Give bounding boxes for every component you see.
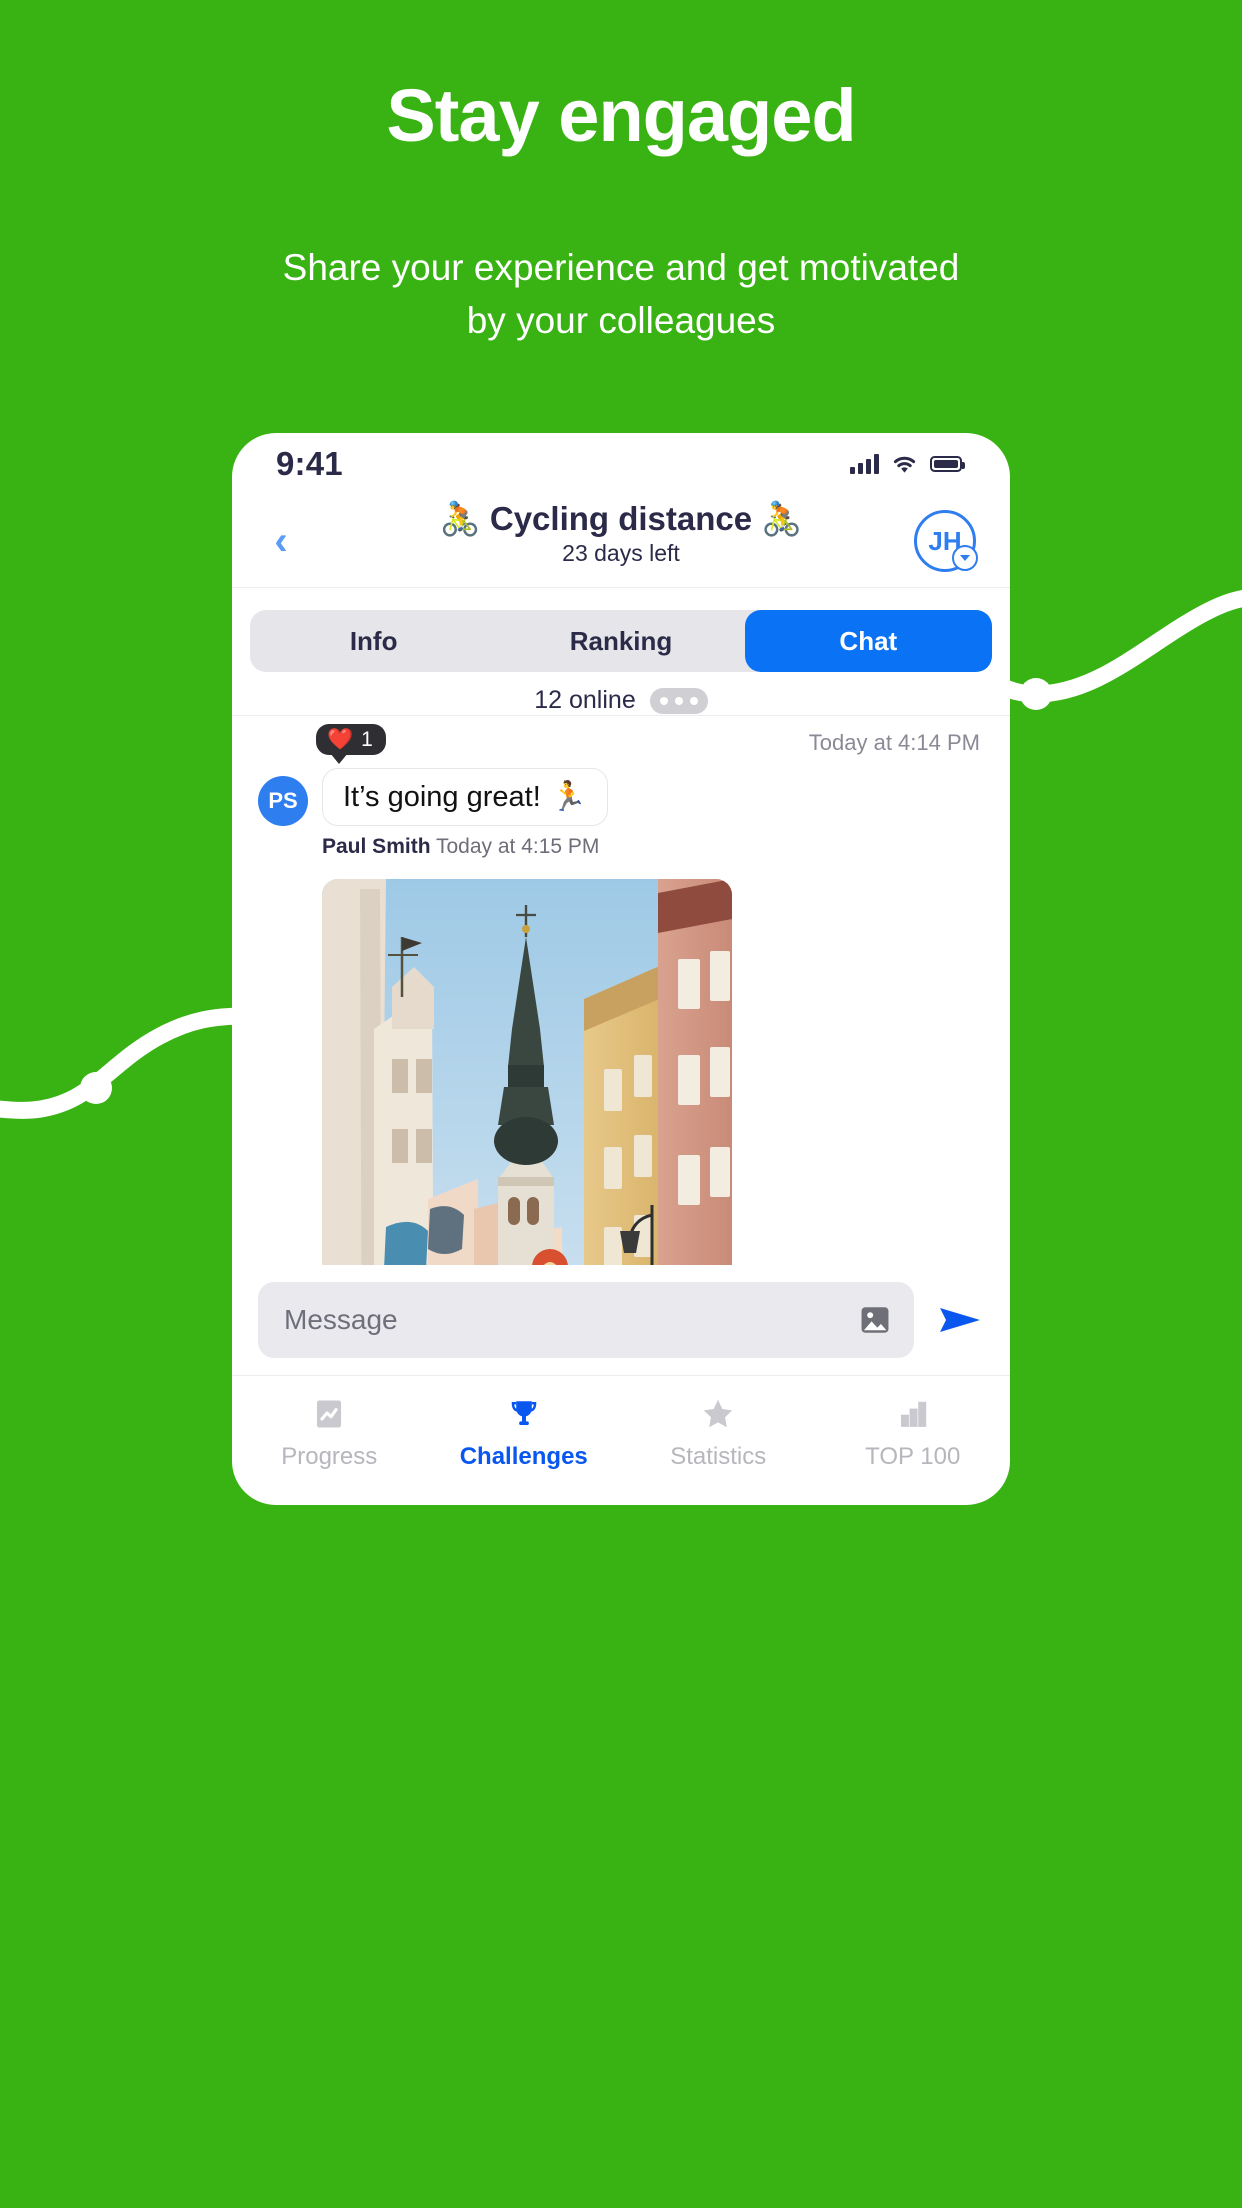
nav-item-challenges[interactable]: Challenges — [427, 1394, 622, 1471]
status-time: 9:41 — [276, 445, 343, 482]
page-title: 🚴 Cycling distance 🚴 — [440, 499, 802, 539]
message-reaction[interactable]: ❤️ 1 — [316, 724, 386, 764]
tab-bar-section: Info Ranking Chat 12 online — [232, 587, 1010, 715]
cellular-bars-icon — [850, 454, 879, 474]
reaction-count: 1 — [361, 728, 373, 751]
tab-info[interactable]: Info — [250, 610, 497, 672]
nav-label: Progress — [281, 1443, 378, 1470]
chat-message-list[interactable]: Today at 4:14 PM PS ❤️ 1 It’s going grea… — [232, 715, 1010, 1265]
nav-item-progress[interactable]: Progress — [232, 1394, 427, 1471]
message-input[interactable]: Message — [258, 1282, 914, 1358]
message-avatar[interactable]: PS — [258, 776, 308, 826]
chat-navbar: ‹ 🚴 Cycling distance 🚴 23 days left JH — [232, 495, 1010, 587]
page-title-text: Cycling distance — [489, 500, 753, 537]
online-count: 12 online — [534, 686, 636, 714]
cyclist-emoji-right: 🚴 — [761, 500, 803, 537]
trophy-icon — [504, 1394, 544, 1434]
nav-label: TOP 100 — [865, 1443, 961, 1470]
promo-subheadline-line1: Share your experience and get motivated — [282, 247, 960, 288]
message-timestamp: Today at 4:15 PM — [436, 835, 600, 858]
chevron-down-icon[interactable] — [952, 545, 978, 571]
message-composer: Message — [232, 1265, 1010, 1375]
runner-emoji: 🏃 — [550, 781, 587, 813]
wifi-icon — [893, 456, 916, 473]
tab-ranking[interactable]: Ranking — [497, 610, 744, 672]
segmented-control: Info Ranking Chat — [250, 610, 992, 672]
typing-dots-icon — [649, 687, 708, 714]
message-author: Paul Smith — [322, 835, 431, 858]
tab-chat[interactable]: Chat — [744, 610, 992, 672]
status-bar: 9:41 — [232, 433, 1010, 495]
chat-message-incoming-text: PS ❤️ 1 It’s going great! 🏃 — [258, 724, 984, 826]
message-photo[interactable] — [322, 879, 732, 1265]
send-icon[interactable] — [936, 1300, 984, 1340]
cyclist-emoji-left: 🚴 — [439, 500, 481, 537]
nav-label: Challenges — [459, 1443, 588, 1470]
promo-subheadline-line2: by your colleagues — [466, 299, 776, 341]
phone-mockup: 9:41 ‹ 🚴 Cycling distance 🚴 23 days left… — [232, 433, 1010, 1505]
message-meta: Paul Smith Today at 4:15 PM — [322, 835, 984, 859]
nav-label: Statistics — [670, 1443, 767, 1470]
nav-item-top100[interactable]: TOP 100 — [816, 1394, 1011, 1471]
promo-headline: Stay engaged — [386, 74, 856, 157]
message-bubble[interactable]: It’s going great! 🏃 — [322, 768, 608, 826]
chat-message-incoming-photo: PS — [258, 879, 984, 1265]
bar-chart-icon — [893, 1394, 933, 1434]
message-text: It’s going great! — [343, 780, 541, 813]
heart-emoji: ❤️ — [327, 728, 354, 751]
message-bubble-wrap: ❤️ 1 It’s going great! 🏃 — [316, 724, 608, 826]
navbar-center: 🚴 Cycling distance 🚴 23 days left — [232, 499, 1010, 567]
image-icon[interactable] — [858, 1303, 892, 1337]
nav-item-statistics[interactable]: Statistics — [621, 1394, 816, 1471]
promo-subheadline: Share your experience and get motivated … — [0, 242, 1242, 347]
avatar[interactable]: JH — [914, 510, 978, 572]
bottom-navigation: Progress Challenges Statistics TOP 100 — [232, 1375, 1010, 1505]
presence-row: 12 online — [250, 686, 992, 715]
promo-screenshot: Stay engaged Share your experience and g… — [0, 0, 1242, 2208]
chevron-left-icon[interactable]: ‹ — [258, 518, 304, 564]
decorative-path-left — [0, 1007, 255, 1119]
challenge-days-left: 23 days left — [562, 540, 680, 567]
battery-full-icon — [930, 456, 965, 472]
message-input-placeholder: Message — [284, 1304, 398, 1335]
star-icon — [698, 1394, 738, 1434]
chart-line-icon — [309, 1394, 349, 1434]
status-icons — [850, 454, 965, 474]
